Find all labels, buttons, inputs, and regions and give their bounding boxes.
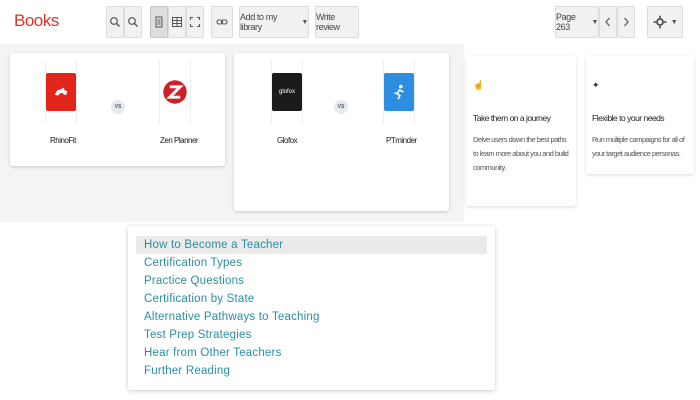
chevron-right-icon	[624, 17, 629, 27]
vs-badge: VS	[334, 100, 348, 114]
link-button[interactable]	[211, 6, 233, 38]
zoom-out-icon	[110, 17, 120, 27]
add-to-library-button[interactable]: Add to my library ▼	[239, 6, 309, 38]
menu-item[interactable]: Practice Questions	[136, 272, 487, 290]
rhinofit-logo	[46, 73, 76, 111]
vs-badge: VS	[111, 100, 125, 114]
zoom-in-icon	[128, 17, 138, 27]
fullscreen-icon	[189, 16, 201, 28]
ptminder-logo	[384, 73, 414, 111]
fullscreen-button[interactable]	[186, 6, 204, 38]
app-name-left: RhinoFit	[50, 136, 76, 145]
gear-icon	[653, 15, 667, 29]
chevron-left-icon	[605, 17, 610, 27]
hand-icon: ☝	[473, 80, 485, 90]
feature-title: Take them on a journey	[473, 113, 551, 123]
add-to-library-label: Add to my library	[240, 12, 277, 32]
comparison-card[interactable]: glofox VS Glofox PTminder	[234, 53, 449, 211]
menu-item[interactable]: How to Become a Teacher	[136, 236, 487, 254]
feature-description: Run multiple campaigns for all of your t…	[592, 135, 685, 158]
two-page-view-button[interactable]	[168, 6, 186, 38]
menu-item[interactable]: Alternative Pathways to Teaching	[136, 308, 487, 326]
single-page-icon	[155, 16, 163, 28]
previous-page-button[interactable]	[599, 6, 617, 38]
page-label: Page 263	[556, 12, 576, 32]
page-select[interactable]: Page 263 ▼	[555, 6, 599, 38]
write-review-button[interactable]: Write review	[315, 6, 359, 38]
runner-icon	[394, 84, 404, 100]
next-page-button[interactable]	[617, 6, 635, 38]
app-title[interactable]: Books	[14, 11, 59, 31]
chevron-down-icon: ▼	[670, 18, 678, 26]
feature-card: ✦ Flexible to your needs Run multiple ca…	[586, 56, 694, 174]
thumbnail-view-icon	[172, 17, 182, 27]
app-name-right: Zen Planner	[160, 136, 199, 145]
zoom-in-button[interactable]	[124, 6, 142, 38]
zen-planner-logo	[160, 73, 190, 111]
chevron-down-icon: ▼	[301, 18, 308, 26]
chevron-down-icon: ▼	[591, 18, 598, 26]
menu-item[interactable]: Certification Types	[136, 254, 487, 272]
feature-card: ☝ Take them on a journey Delve users dow…	[466, 56, 576, 206]
zen-z-icon	[163, 80, 187, 104]
pin-icon: ✦	[592, 80, 600, 90]
link-icon	[216, 19, 228, 25]
app-name-left: Glofox	[277, 136, 298, 145]
feature-title: Flexible to your needs	[592, 113, 665, 123]
single-page-view-button[interactable]	[150, 6, 168, 38]
comparison-card[interactable]: VS RhinoFit Zen Planner	[10, 53, 225, 166]
glofox-logo: glofox	[272, 73, 302, 111]
glofox-wordmark: glofox	[278, 89, 295, 95]
feature-description: Delve users down the best paths to learn…	[473, 135, 569, 172]
settings-button[interactable]: ▼	[647, 6, 683, 38]
toolbar: Books Add to my library ▼ Write review P…	[0, 0, 700, 44]
rhino-icon	[54, 87, 68, 96]
menu-item[interactable]: Certification by State	[136, 290, 487, 308]
topic-menu: How to Become a Teacher Certification Ty…	[128, 226, 495, 390]
menu-item[interactable]: Test Prep Strategies	[136, 326, 487, 344]
write-review-label: Write review	[316, 12, 340, 32]
menu-item[interactable]: Hear from Other Teachers	[136, 344, 487, 362]
page: Books Add to my library ▼ Write review P…	[0, 0, 700, 400]
app-name-right: PTminder	[386, 136, 417, 145]
menu-item[interactable]: Further Reading	[136, 362, 487, 380]
zoom-out-button[interactable]	[106, 6, 124, 38]
